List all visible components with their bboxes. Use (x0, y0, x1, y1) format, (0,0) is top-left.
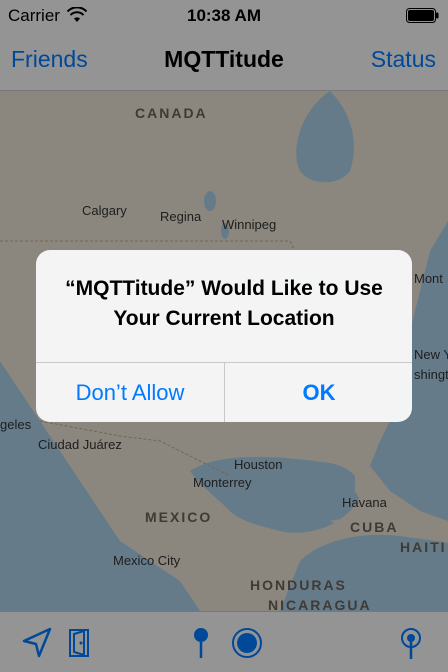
alert-title: “MQTTitude” Would Like to Use Your Curre… (65, 277, 383, 330)
location-permission-alert: “MQTTitude” Would Like to Use Your Curre… (36, 250, 412, 422)
ok-button[interactable]: OK (225, 363, 412, 422)
dont-allow-button[interactable]: Don’t Allow (36, 363, 224, 422)
app-screen: CANADA Calgary Regina Winnipeg Mont New … (0, 0, 448, 672)
